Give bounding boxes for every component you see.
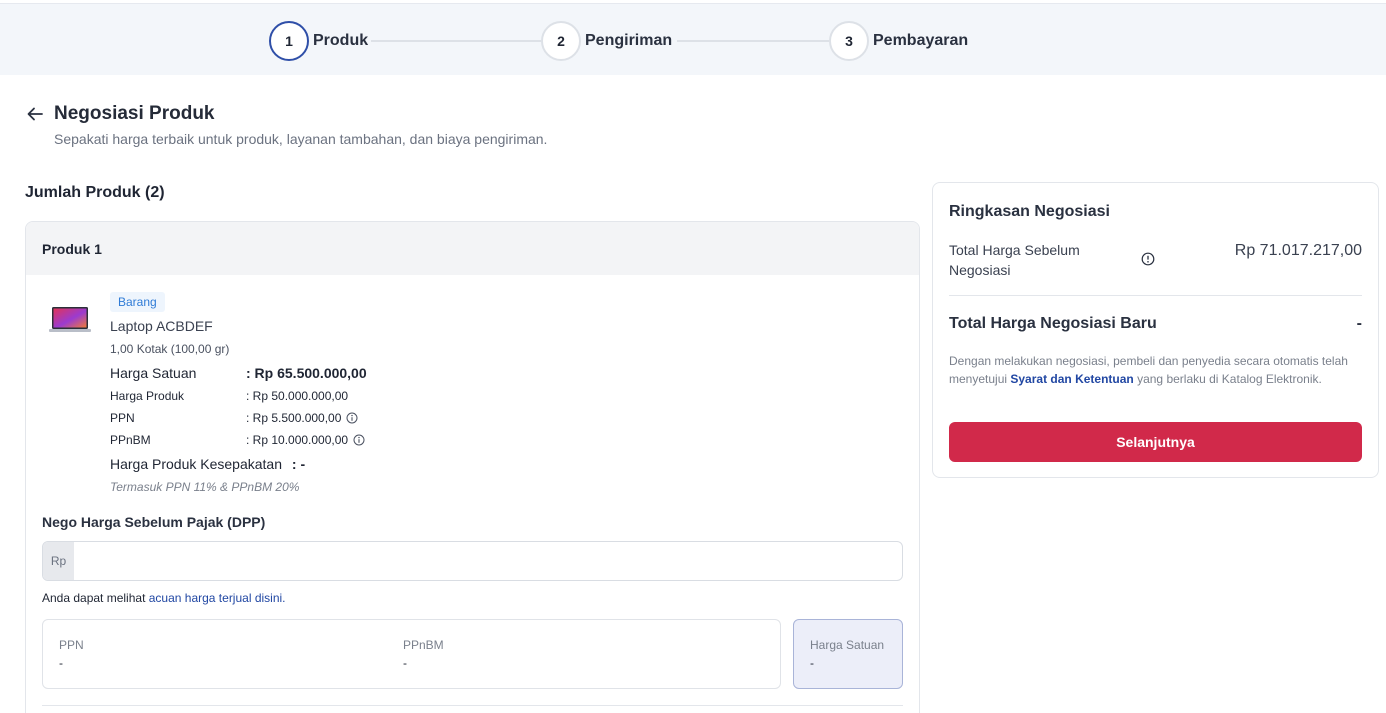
stepper-line-1 [371,40,541,42]
arrow-left-icon[interactable] [26,105,44,123]
total-before-label: Total Harga Sebelum Negosiasi [949,242,1080,278]
card-divider [42,705,903,706]
total-new-label: Total Harga Negosiasi Baru [949,315,1157,332]
ppn-row: PPN : Rp 5.500.000,00 [110,411,358,425]
stepper-line-2 [677,40,829,42]
ppnbm-value: : Rp 10.000.000,00 [246,433,349,447]
agreed-price-row: Harga Produk Kesepakatan : - [110,456,305,472]
agreed-price-value: : - [291,456,306,472]
ppn-breakdown-label: PPN [59,638,84,652]
nego-price-input[interactable] [74,542,902,580]
tax-breakdown-box: PPN - PPnBM - [42,619,781,689]
checkout-stepper: 1 Produk 2 Pengiriman 3 Pembayaran [0,3,1386,75]
reference-prefix: Anda dapat melihat [42,591,149,605]
tax-note: Termasuk PPN 11% & PPnBM 20% [110,480,300,494]
ppn-label: PPN [110,411,135,425]
terms-note-suffix: yang berlaku di Katalog Elektronik. [1133,372,1322,386]
ppn-breakdown-value: - [59,656,63,670]
unit-price-row: Harga Satuan : Rp 65.500.000,00 [110,365,367,381]
product-type-badge: Barang [110,292,165,312]
product-price-value: : Rp 50.000.000,00 [246,389,349,403]
ppn-breakdown: PPN - [59,638,84,670]
step-label: Produk [313,32,369,49]
terms-link[interactable]: Syarat dan Ketentuan [1010,372,1133,386]
step-label: Pengiriman [585,32,673,49]
product-card-header: Produk 1 [26,222,919,275]
total-new-value: - [1356,315,1362,332]
laptop-thumbnail [49,307,91,332]
ppnbm-breakdown-label: PPnBM [403,638,444,652]
summary-divider [949,295,1362,296]
info-icon[interactable] [1141,252,1155,266]
product-card: Produk 1 Barang Laptop ACBDEF 1,00 Kotak… [25,221,920,713]
negotiation-summary: Ringkasan Negosiasi Total Harga Sebelum … [932,182,1379,478]
ppnbm-row: PPnBM : Rp 10.000.000,00 [110,433,365,447]
product-quantity: 1,00 Kotak (100,00 gr) [110,342,230,356]
unit-price-value: : Rp 65.500.000,00 [246,365,367,381]
page-subtitle: Sepakati harga terbaik untuk produk, lay… [54,131,548,147]
step-label: Pembayaran [873,32,969,49]
unit-price-label: Harga Satuan [110,365,197,381]
info-icon[interactable] [353,434,365,446]
step-number: 2 [541,21,581,61]
ppnbm-breakdown: PPnBM - [403,638,444,670]
next-button[interactable]: Selanjutnya [949,422,1362,462]
reference-price-link[interactable]: acuan harga terjual disini. [149,591,286,605]
summary-title: Ringkasan Negosiasi [949,203,1110,220]
product-name: Laptop ACBDEF [110,318,213,334]
step-pengiriman[interactable]: 2 Pengiriman [541,21,672,61]
terms-note: Dengan melakukan negosiasi, pembeli dan … [949,352,1349,388]
unit-price-breakdown-value: - [810,656,814,670]
currency-prefix: Rp [43,542,74,580]
product-price-label: Harga Produk [110,389,185,403]
product-price-row: Harga Produk : Rp 50.000.000,00 [110,389,348,403]
reference-text: Anda dapat melihat acuan harga terjual d… [42,591,286,605]
page-title: Negosiasi Produk [54,103,215,124]
nego-price-field: Rp [42,541,903,581]
ppnbm-breakdown-value: - [403,656,407,670]
step-produk[interactable]: 1 Produk [269,21,368,61]
info-icon[interactable] [346,412,358,424]
unit-price-breakdown: Harga Satuan - [793,619,903,689]
total-before-value: Rp 71.017.217,00 [1234,242,1362,259]
product-count-title: Jumlah Produk (2) [25,184,165,201]
agreed-price-label: Harga Produk Kesepakatan [110,456,282,472]
nego-price-label: Nego Harga Sebelum Pajak (DPP) [42,514,266,530]
ppn-value: : Rp 5.500.000,00 [246,411,342,425]
unit-price-breakdown-label: Harga Satuan [810,638,885,652]
step-number: 1 [269,21,309,61]
step-pembayaran[interactable]: 3 Pembayaran [829,21,968,61]
ppnbm-label: PPnBM [110,433,151,447]
step-number: 3 [829,21,869,61]
